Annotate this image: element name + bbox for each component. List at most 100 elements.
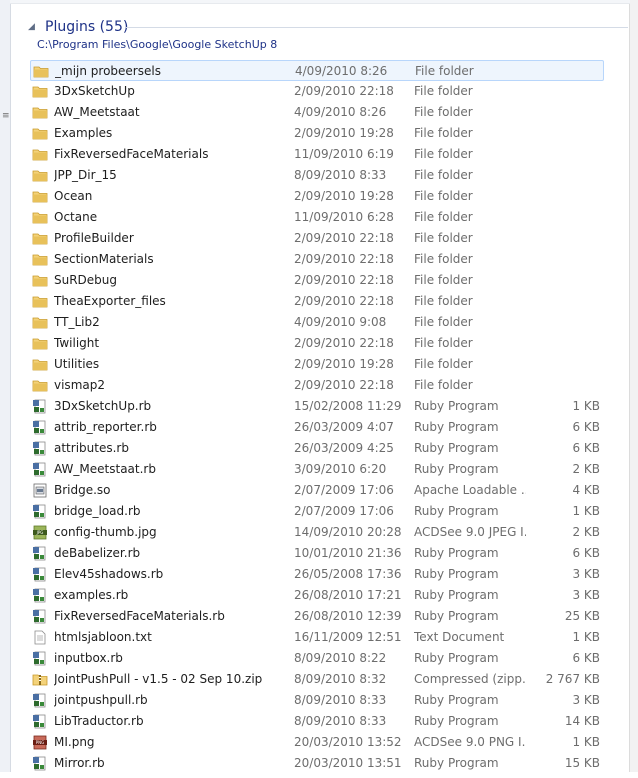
- file-size: 2 KB: [572, 525, 600, 539]
- file-row[interactable]: examples.rb 26/08/2010 17:21 Ruby Program 3…: [30, 585, 604, 606]
- file-row[interactable]: FixReversedFaceMaterials 11/09/2010 6:19 F…: [30, 144, 604, 165]
- file-size: 3 KB: [572, 588, 600, 602]
- file-name: JPP_Dir_15: [54, 168, 117, 182]
- file-name: Elev45shadows.rb: [54, 567, 164, 581]
- file-name: htmlsjabloon.txt: [54, 630, 152, 644]
- date-modified: 26/03/2009 4:25: [294, 441, 394, 455]
- file-name: TheaExporter_files: [54, 294, 166, 308]
- splitter-grip-icon[interactable]: ≡: [2, 112, 10, 128]
- folder-icon: [32, 126, 48, 141]
- group-header-plugins[interactable]: ◢ Plugins (55): [28, 16, 128, 38]
- vertical-scrollbar[interactable]: [629, 0, 638, 772]
- file-row[interactable]: SectionMaterials 2/09/2010 22:18 File fold…: [30, 249, 604, 270]
- file-row[interactable]: _mijn probeersels 4/09/2010 8:26 File fold…: [30, 60, 604, 81]
- file-row[interactable]: jointpushpull.rb 8/09/2010 8:33 Ruby Progr…: [30, 690, 604, 711]
- file-size: 1 KB: [572, 630, 600, 644]
- file-row[interactable]: Octane 11/09/2010 6:28 File folder: [30, 207, 604, 228]
- module-file-icon: [32, 483, 48, 498]
- file-row[interactable]: Elev45shadows.rb 26/05/2008 17:36 Ruby Pro…: [30, 564, 604, 585]
- file-row[interactable]: 3DxSketchUp 2/09/2010 22:18 File folder: [30, 81, 604, 102]
- file-row[interactable]: JPG config-thumb.jpg 14/09/2010 20:28 ACDSe…: [30, 522, 604, 543]
- file-row[interactable]: PNG MI.png 20/03/2010 13:52 ACDSee 9.0 PNG …: [30, 732, 604, 753]
- file-type: File folder: [414, 168, 473, 182]
- file-row[interactable]: bridge_load.rb 2/07/2009 17:06 Ruby Progra…: [30, 501, 604, 522]
- file-name: Octane: [54, 210, 98, 224]
- file-name: vismap2: [54, 378, 105, 392]
- file-size: 3 KB: [572, 567, 600, 581]
- file-type: Ruby Program: [414, 462, 499, 476]
- file-name: 3DxSketchUp.rb: [54, 399, 152, 413]
- file-row[interactable]: TT_Lib2 4/09/2010 9:08 File folder: [30, 312, 604, 333]
- folder-icon: [32, 252, 48, 267]
- date-modified: 4/09/2010 8:26: [295, 64, 388, 78]
- date-modified: 8/09/2010 8:33: [294, 168, 387, 182]
- date-modified: 16/11/2009 12:51: [294, 630, 402, 644]
- file-row[interactable]: htmlsjabloon.txt 16/11/2009 12:51 Text Doc…: [30, 627, 604, 648]
- svg-text:PNG: PNG: [36, 740, 45, 745]
- ruby-file-icon: [32, 651, 48, 666]
- file-row[interactable]: vismap2 2/09/2010 22:18 File folder: [30, 375, 604, 396]
- file-row[interactable]: Bridge.so 2/07/2009 17:06 Apache Loadable …: [30, 480, 604, 501]
- file-row[interactable]: 3DxSketchUp.rb 15/02/2008 11:29 Ruby Progr…: [30, 396, 604, 417]
- folder-icon: [32, 210, 48, 225]
- file-type: File folder: [414, 294, 473, 308]
- file-size: 14 KB: [564, 714, 600, 728]
- file-row[interactable]: Mirror.rb 20/03/2010 13:51 Ruby Program 15 …: [30, 753, 604, 774]
- file-row[interactable]: Ocean 2/09/2010 19:28 File folder: [30, 186, 604, 207]
- date-modified: 8/09/2010 8:33: [294, 714, 387, 728]
- date-modified: 8/09/2010 8:22: [294, 651, 387, 665]
- file-type: File folder: [414, 273, 473, 287]
- date-modified: 15/02/2008 11:29: [294, 399, 402, 413]
- file-row[interactable]: LibTraductor.rb 8/09/2010 8:33 Ruby Progra…: [30, 711, 604, 732]
- file-row[interactable]: AW_Meetstaat.rb 3/09/2010 6:20 Ruby Progra…: [30, 459, 604, 480]
- file-type: Ruby Program: [414, 756, 499, 770]
- file-row[interactable]: SuRDebug 2/09/2010 22:18 File folder: [30, 270, 604, 291]
- file-name: ProfileBuilder: [54, 231, 134, 245]
- ruby-file-icon: [32, 588, 48, 603]
- file-type: File folder: [414, 378, 473, 392]
- date-modified: 20/03/2010 13:51: [294, 756, 402, 770]
- file-row[interactable]: TheaExporter_files 2/09/2010 22:18 File fo…: [30, 291, 604, 312]
- file-row[interactable]: JPP_Dir_15 8/09/2010 8:33 File folder: [30, 165, 604, 186]
- date-modified: 2/09/2010 22:18: [294, 231, 394, 245]
- file-row[interactable]: attributes.rb 26/03/2009 4:25 Ruby Program…: [30, 438, 604, 459]
- file-size: 6 KB: [572, 441, 600, 455]
- file-row[interactable]: deBabelizer.rb 10/01/2010 21:36 Ruby Progr…: [30, 543, 604, 564]
- date-modified: 2/09/2010 19:28: [294, 357, 394, 371]
- file-type: Ruby Program: [414, 609, 499, 623]
- file-size: 1 KB: [572, 399, 600, 413]
- file-row[interactable]: JointPushPull - v1.5 - 02 Sep 10.zip 8/09…: [30, 669, 604, 690]
- file-size: 6 KB: [572, 546, 600, 560]
- folder-icon: [33, 64, 49, 79]
- ruby-file-icon: [32, 441, 48, 456]
- file-row[interactable]: Examples 2/09/2010 19:28 File folder: [30, 123, 604, 144]
- date-modified: 2/09/2010 22:18: [294, 378, 394, 392]
- file-type: File folder: [414, 336, 473, 350]
- file-row[interactable]: attrib_reporter.rb 26/03/2009 4:07 Ruby Pr…: [30, 417, 604, 438]
- folder-icon: [32, 84, 48, 99]
- folder-path: C:\Program Files\Google\Google SketchUp …: [37, 38, 278, 51]
- date-modified: 26/08/2010 17:21: [294, 588, 402, 602]
- folder-icon: [32, 147, 48, 162]
- date-modified: 2/09/2010 19:28: [294, 126, 394, 140]
- folder-icon: [32, 168, 48, 183]
- ruby-file-icon: [32, 567, 48, 582]
- folder-icon: [32, 315, 48, 330]
- ruby-file-icon: [32, 420, 48, 435]
- folder-icon: [32, 336, 48, 351]
- file-type: Ruby Program: [414, 441, 499, 455]
- date-modified: 2/09/2010 22:18: [294, 273, 394, 287]
- file-row[interactable]: Twilight 2/09/2010 22:18 File folder: [30, 333, 604, 354]
- file-type: File folder: [414, 147, 473, 161]
- file-type: Ruby Program: [414, 588, 499, 602]
- file-row[interactable]: Utilities 2/09/2010 19:28 File folder: [30, 354, 604, 375]
- file-type: Ruby Program: [414, 399, 499, 413]
- file-row[interactable]: ProfileBuilder 2/09/2010 22:18 File folder: [30, 228, 604, 249]
- file-size: 15 KB: [564, 756, 600, 770]
- file-row[interactable]: inputbox.rb 8/09/2010 8:22 Ruby Program 6 K…: [30, 648, 604, 669]
- date-modified: 26/05/2008 17:36: [294, 567, 402, 581]
- file-row[interactable]: AW_Meetstaat 4/09/2010 8:26 File folder: [30, 102, 604, 123]
- file-name: Bridge.so: [54, 483, 111, 497]
- collapse-chevron-icon[interactable]: ◢: [28, 22, 40, 32]
- file-row[interactable]: FixReversedFaceMaterials.rb 26/08/2010 12…: [30, 606, 604, 627]
